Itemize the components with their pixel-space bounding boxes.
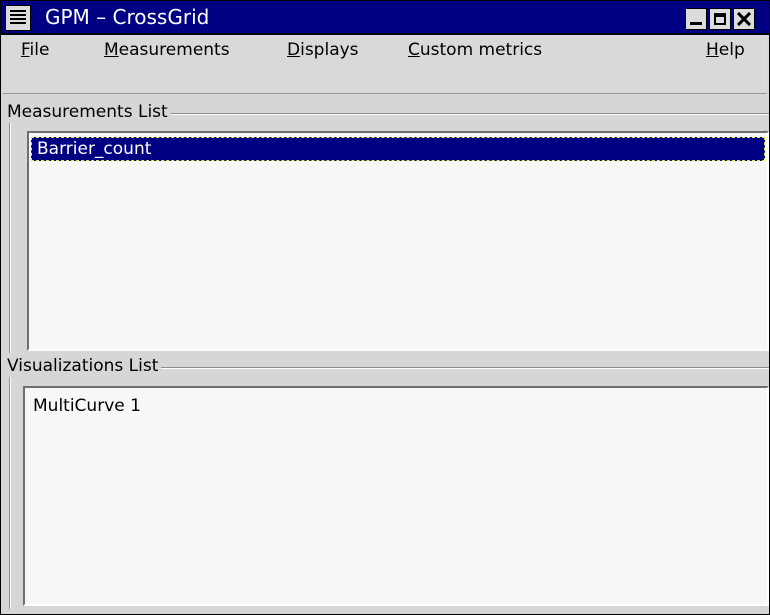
measurements-list-label: Measurements List — [6, 101, 171, 123]
gpm-window: GPM – CrossGrid File Measurements Displa… — [0, 0, 770, 615]
menu-bar: File Measurements Displays Custom metric… — [3, 35, 767, 94]
window-menu-icon[interactable] — [5, 5, 31, 31]
visualizations-list-label: Visualizations List — [6, 355, 162, 377]
title-bar[interactable]: GPM – CrossGrid — [1, 1, 769, 35]
measurements-group-edge — [9, 113, 11, 353]
list-item-barrier-count[interactable]: Barrier_count — [31, 137, 765, 161]
menu-custom-metrics[interactable]: Custom metrics — [408, 37, 542, 63]
close-icon — [737, 12, 751, 26]
minimize-button[interactable] — [685, 8, 707, 30]
visualizations-list[interactable]: MultiCurve 1 — [23, 386, 769, 606]
maximize-button[interactable] — [709, 8, 731, 30]
close-button[interactable] — [733, 8, 755, 30]
list-item-multicurve[interactable]: MultiCurve 1 — [27, 394, 765, 418]
menu-help[interactable]: Help — [706, 37, 745, 63]
measurements-list[interactable]: Barrier_count — [27, 131, 769, 351]
menu-file[interactable]: File — [21, 37, 49, 63]
visualizations-group-edge — [9, 367, 11, 609]
menu-displays[interactable]: Displays — [287, 37, 359, 63]
menu-measurements[interactable]: Measurements — [104, 37, 230, 63]
window-title: GPM – CrossGrid — [45, 5, 210, 29]
